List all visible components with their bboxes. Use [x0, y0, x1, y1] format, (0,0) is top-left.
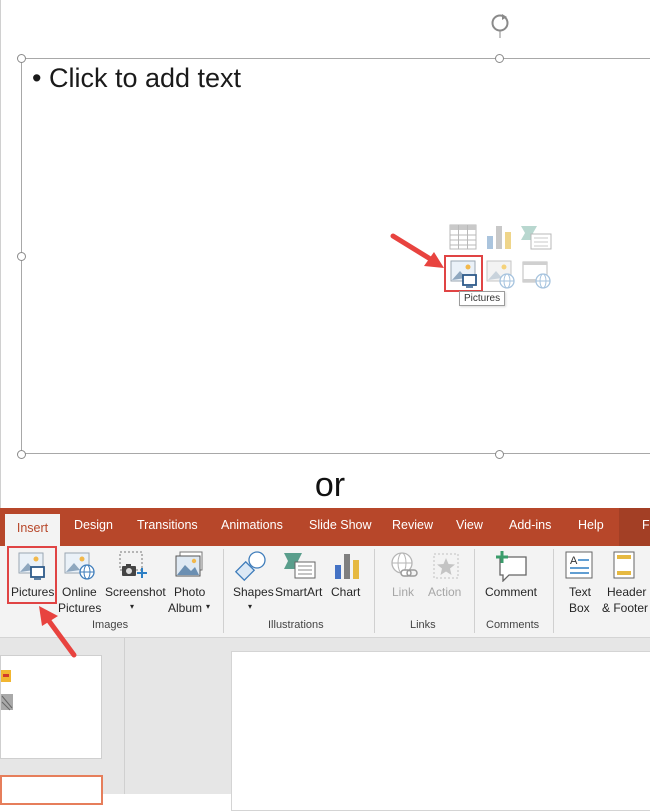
insert-smartart-icon[interactable]	[520, 224, 552, 255]
group-separator	[474, 549, 475, 633]
annotation-arrow-icon	[36, 604, 80, 665]
group-label-illustrations: Illustrations	[268, 619, 324, 631]
pictures-icon-highlight	[444, 255, 483, 292]
tab-add-ins[interactable]: Add-ins	[509, 518, 551, 538]
comment-icon	[495, 550, 529, 587]
tab-insert[interactable]: Insert	[5, 514, 60, 546]
screenshot-dropdown-icon[interactable]: ▾	[130, 599, 134, 615]
online-pictures-label-line1: Online	[62, 585, 97, 599]
insert-table-icon[interactable]	[449, 224, 477, 255]
rotate-handle-icon[interactable]	[488, 12, 512, 38]
group-label-comments: Comments	[486, 619, 540, 631]
resize-handle-top-left[interactable]	[17, 54, 26, 63]
slide-thumbnail[interactable]	[0, 655, 102, 759]
pictures-tooltip: Pictures	[459, 291, 506, 306]
link-label: Link	[392, 585, 415, 599]
tab-review[interactable]: Review	[392, 518, 433, 538]
chart-label: Chart	[331, 585, 361, 599]
resize-handle-top-middle[interactable]	[495, 54, 504, 63]
or-separator-text: or	[314, 466, 346, 504]
photo-album-label-line2: Album	[168, 601, 203, 615]
action-label: Action	[428, 585, 462, 599]
svg-text:A: A	[570, 555, 578, 567]
annotation-arrow-icon	[388, 230, 448, 277]
chart-icon	[333, 551, 361, 586]
photo-album-icon	[174, 551, 206, 586]
group-label-images: Images	[92, 619, 129, 631]
photo-album-label-line1: Photo	[174, 585, 206, 599]
shapes-icon	[234, 550, 269, 587]
text-box-icon: A	[565, 551, 593, 584]
current-slide[interactable]	[231, 651, 650, 811]
action-icon	[431, 551, 461, 586]
placeholder-bullet-text[interactable]: • Click to add text	[32, 63, 241, 94]
tab-slide-show[interactable]: Slide Show	[309, 518, 372, 538]
header-footer-label-line2: & Footer	[602, 601, 649, 615]
insert-chart-icon[interactable]	[486, 224, 512, 255]
resize-handle-middle-left[interactable]	[17, 252, 26, 261]
slide-thumbnail-selected[interactable]	[0, 775, 103, 805]
tab-animations[interactable]: Animations	[221, 518, 283, 538]
shapes-label: Shapes	[233, 585, 274, 599]
tab-overflow[interactable]: F	[642, 518, 650, 538]
screenshot-icon	[118, 551, 150, 586]
shapes-dropdown-icon[interactable]: ▾	[248, 599, 252, 615]
tab-view[interactable]: View	[456, 518, 483, 538]
group-separator	[223, 549, 224, 633]
smartart-icon	[283, 551, 317, 586]
thumbnail-picture-icon	[1, 666, 15, 714]
photo-album-dropdown-icon[interactable]: ▾	[206, 599, 210, 615]
group-label-links: Links	[410, 619, 436, 631]
content-placeholder[interactable]	[21, 58, 650, 454]
screenshot-label: Screenshot	[105, 585, 166, 599]
tab-transitions[interactable]: Transitions	[137, 518, 198, 538]
header-footer-icon	[613, 551, 637, 586]
text-box-label-line1: Text	[569, 585, 592, 599]
group-separator	[374, 549, 375, 633]
insert-video-icon[interactable]	[522, 259, 552, 294]
pictures-button-highlight	[7, 546, 57, 604]
comment-label: Comment	[485, 585, 538, 599]
group-separator	[553, 549, 554, 633]
text-box-label-line2: Box	[569, 601, 590, 615]
resize-handle-bottom-left[interactable]	[17, 450, 26, 459]
resize-handle-bottom-middle[interactable]	[495, 450, 504, 459]
smartart-label: SmartArt	[275, 585, 323, 599]
tab-design[interactable]: Design	[74, 518, 113, 538]
online-pictures-icon	[64, 551, 96, 586]
header-footer-label-line1: Header	[607, 585, 647, 599]
link-icon	[389, 551, 419, 586]
insert-online-pictures-icon[interactable]	[486, 259, 516, 294]
tab-help[interactable]: Help	[578, 518, 604, 538]
